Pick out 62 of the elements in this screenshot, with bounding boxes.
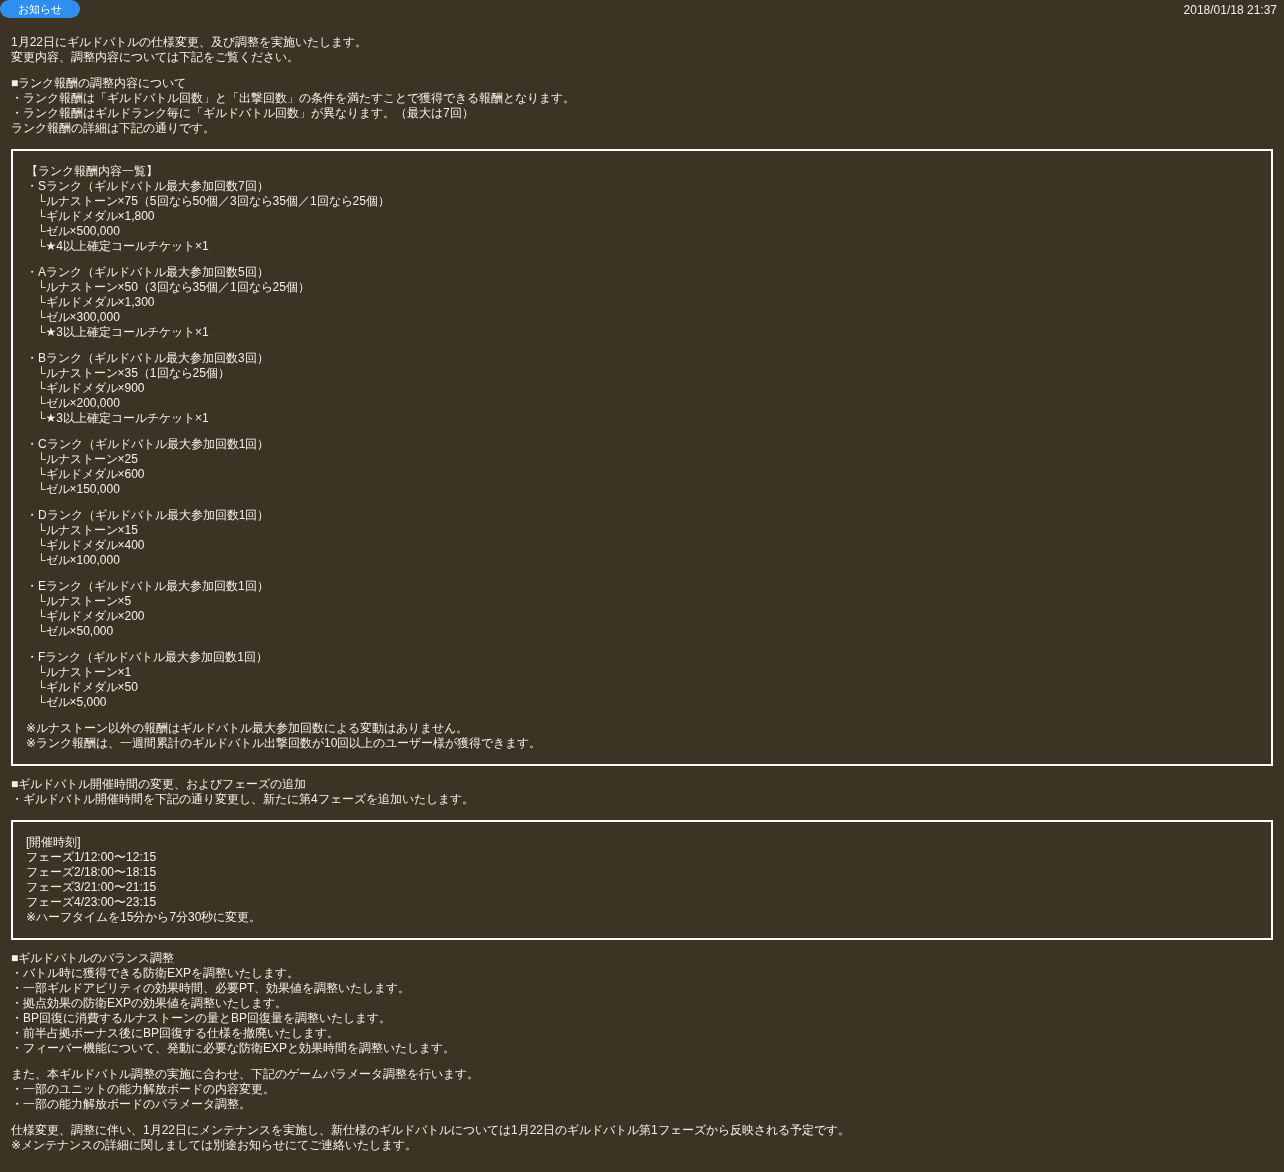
text-line: ・Sランク（ギルドバトル最大参加回数7回） [26,179,270,194]
text-line: └ゼル×500,000 [37,224,121,239]
text-line: フェーズ4/23:00〜23:15 [26,895,158,910]
text-line: ・バトル時に獲得できる防衛EXPを調整いたします。 [11,966,300,981]
text-line: └ルナストーン×25 [37,452,139,467]
text-line: ・一部のユニットの能力解放ボードの内容変更。 [11,1082,276,1097]
text-line: フェーズ3/21:00〜21:15 [26,880,158,895]
text-line: └ルナストーン×15 [37,523,139,538]
text-line: ・Cランク（ギルドバトル最大参加回数1回） [26,437,271,452]
text-line: └★4以上確定コールチケット×1 [37,239,210,254]
text-line: 仕様変更、調整に伴い、1月22日にメンテナンスを実施し、新仕様のギルドバトルについては1月22日のギルドバトル第1フェーズから反映される予定です。 [11,1123,851,1138]
text-line: ・Eランク（ギルドバトル最大参加回数1回） [26,579,270,594]
text-line: └ゼル×150,000 [37,482,121,497]
text-line: └ゼル×200,000 [37,396,121,411]
text-line: ・Dランク（ギルドバトル最大参加回数1回） [26,508,271,523]
notice-badge[interactable]: お知らせ [0,0,80,18]
text-line: └★3以上確定コールチケット×1 [37,411,210,426]
text-line: フェーズ2/18:00〜18:15 [26,865,158,880]
text-line: └ギルドメダル×900 [37,381,146,396]
text-line: └ゼル×50,000 [37,624,115,639]
text-line: └ギルドメダル×1,800 [37,209,156,224]
text-line: └ギルドメダル×200 [37,609,146,624]
text-line: 【ランク報酬内容一覧】 [26,164,159,179]
text-line: └ギルドメダル×400 [37,538,146,553]
text-line: └ルナストーン×5 [37,594,133,609]
text-line: └★3以上確定コールチケット×1 [37,325,210,340]
text-line: ランク報酬の詳細は下記の通りです。 [11,121,216,136]
text-line: ・一部ギルドアビリティの効果時間、必要PT、効果値を調整いたします。 [11,981,412,996]
text-line: └ルナストーン×35（1回なら25個） [37,366,231,381]
text-line: ※メンテナンスの詳細に関しましては別途お知らせにてご連絡いたします。 [11,1138,419,1153]
text-line: また、本ギルドバトル調整の実施に合わせ、下記のゲームパラメータ調整を行います。 [11,1067,480,1082]
text-line: ※ハーフタイムを15分から7分30秒に変更。 [26,910,263,925]
text-line: ・ギルドバトル開催時間を下記の通り変更し、新たに第4フェーズを追加いたします。 [11,792,475,807]
text-line: ※ランク報酬は、一週間累計のギルドバトル出撃回数が10回以上のユーザー様が獲得できます。 [26,736,543,751]
text-line: 変更内容、調整内容については下記をご覧ください。 [11,50,300,65]
text-line: └ギルドメダル×50 [37,680,139,695]
text-line: └ギルドメダル×1,300 [37,295,156,310]
text-line: └ルナストーン×75（5回なら50個／3回なら35個／1回なら25個） [37,194,391,209]
text-line: ・Aランク（ギルドバトル最大参加回数5回） [26,265,270,280]
text-line: ・拠点効果の防衛EXPの効果値を調整いたします。 [11,996,288,1011]
text-line: フェーズ1/12:00〜12:15 [26,850,158,865]
text-line: ・ランク報酬はギルドランク毎に「ギルドバトル回数」が異なります。（最大は7回） [11,106,475,121]
text-line: └ゼル×100,000 [37,553,121,568]
post-date: 2018/01/18 21:37 [1183,2,1278,18]
text-line: ・Fランク（ギルドバトル最大参加回数1回） [26,650,269,665]
text-line: 1月22日にギルドバトルの仕様変更、及び調整を実施いたします。 [11,35,369,50]
text-line: ※ルナストーン以外の報酬はギルドバトル最大参加回数による変動はありません。 [26,721,470,736]
text-line: ・一部の能力解放ボードのパラメータ調整。 [11,1097,252,1112]
text-line: ・BP回復に消費するルナストーンの量とBP回復量を調整いたします。 [11,1011,392,1026]
text-line: └ルナストーン×50（3回なら35個／1回なら25個） [37,280,311,295]
text-line: └ルナストーン×1 [37,665,133,680]
text-line: ・Bランク（ギルドバトル最大参加回数3回） [26,351,270,366]
text-line: ・前半占拠ボーナス後にBP回復する仕様を撤廃いたします。 [11,1026,340,1041]
text-line: ■ギルドバトル開催時間の変更、およびフェーズの追加 [11,777,308,792]
text-line: └ゼル×5,000 [37,695,108,710]
text-line: ■ランク報酬の調整内容について [11,76,188,91]
text-line: └ギルドメダル×600 [37,467,146,482]
text-line: ■ギルドバトルのバランス調整 [11,951,176,966]
text-line: ・ランク報酬は「ギルドバトル回数」と「出撃回数」の条件を満たすことで獲得できる報酬となります。 [11,91,576,106]
text-line: [開催時刻] [26,835,82,850]
text-line: ・フィーバー機能について、発動に必要な防衛EXPと効果時間を調整いたします。 [11,1041,456,1056]
text-line: └ゼル×300,000 [37,310,121,325]
